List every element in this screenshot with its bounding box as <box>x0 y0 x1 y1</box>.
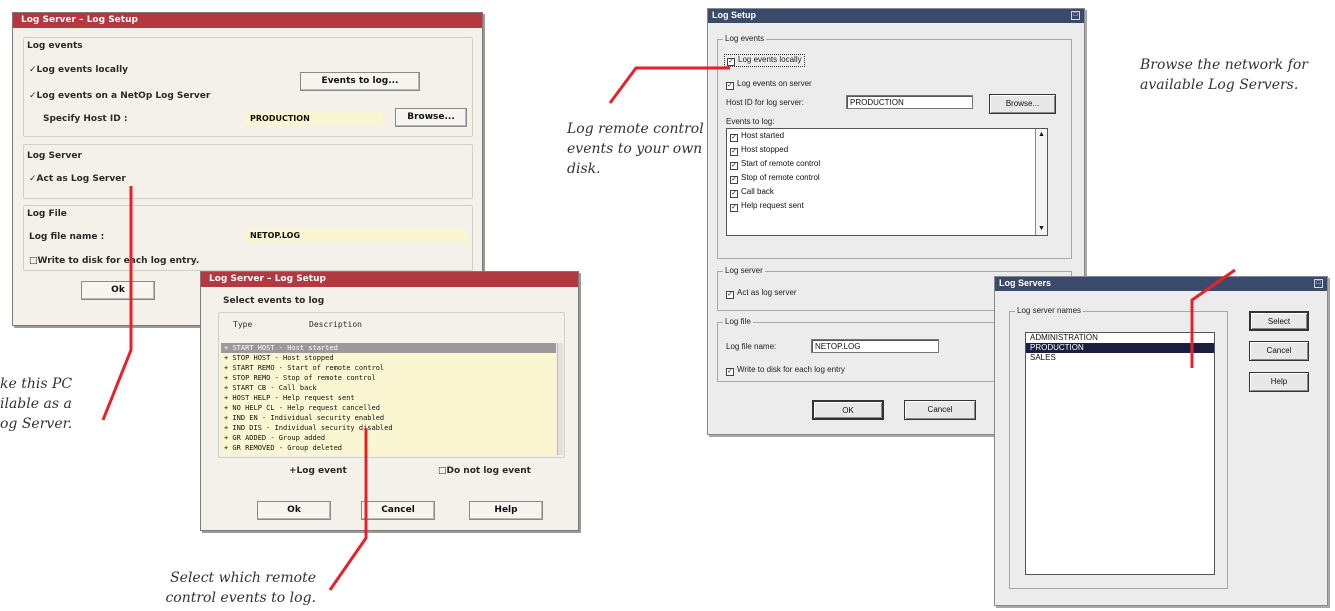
callout-log-remote: Log remote control events to your own di… <box>567 119 704 179</box>
callout-line-3: og Server. <box>0 416 73 432</box>
callout-line-1: ke this PC <box>0 376 73 392</box>
callout-browse-network: Browse the network for available Log Ser… <box>1140 55 1308 95</box>
callout-select-events: Select which remote control events to lo… <box>150 568 316 608</box>
callout-lines <box>101 66 1236 591</box>
callout-line-2: available Log Servers. <box>1140 77 1299 93</box>
callout-line-2: events to your own <box>567 141 703 157</box>
callout-line-1: Browse the network for <box>1140 57 1308 73</box>
callout-line-log-locally <box>608 66 730 104</box>
callout-line-1: Log remote control <box>567 121 704 137</box>
callout-line-browse <box>1190 268 1236 368</box>
callout-line-select-events <box>328 428 368 591</box>
callout-line-1: Select which remote <box>170 570 316 586</box>
callout-make-pc-log-server: ke this PC ilable as a og Server. <box>0 374 72 434</box>
callout-line-2: ilable as a <box>0 396 72 412</box>
callout-line-2: control events to log. <box>165 590 316 606</box>
callout-line-log-server <box>101 186 133 421</box>
callout-line-3: disk. <box>567 161 601 177</box>
